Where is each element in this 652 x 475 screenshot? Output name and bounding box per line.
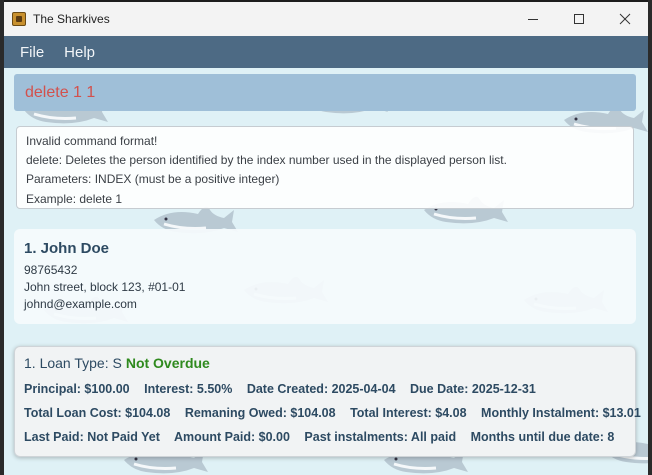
loan-row-2: Total Loan Cost: $104.08 Remaning Owed: … [24,406,641,420]
person-address: John street, block 123, #01-01 [24,280,186,294]
loan-row-3: Last Paid: Not Paid Yet Amount Paid: $0.… [24,430,626,444]
app-window: The Sharkives File Help delete 1 1 Inval… [4,2,648,475]
main-content: delete 1 1 Invalid command format! delet… [4,68,648,475]
loan-amount-paid: Amount Paid: $0.00 [173,430,290,444]
loan-principal: Principal: $100.00 [24,382,130,396]
result-line: Example: delete 1 [26,191,123,206]
window-title: The Sharkives [33,12,110,26]
command-box[interactable]: delete 1 1 [14,74,636,111]
result-display: Invalid command format! delete: Deletes … [16,126,634,209]
person-name: 1. John Doe [24,240,110,257]
loan-total-interest: Total Interest: $4.08 [350,406,467,420]
window-controls [510,2,648,36]
loan-last-paid: Last Paid: Not Paid Yet [24,430,160,444]
menu-help[interactable]: Help [54,44,105,61]
maximize-icon [574,14,584,24]
result-line: Parameters: INDEX (must be a positive in… [26,172,280,187]
loan-remaining-owed: Remaning Owed: $104.08 [184,406,336,420]
loan-date-created: Date Created: 2025-04-04 [246,382,396,396]
loan-row-1: Principal: $100.00 Interest: 5.50% Date … [24,382,626,396]
minimize-button[interactable] [510,2,556,36]
loan-status-badge: Not Overdue [125,355,210,371]
desktop-edge-right [648,0,652,475]
loan-total-cost: Total Loan Cost: $104.08 [24,406,171,420]
command-input-text[interactable]: delete 1 1 [25,84,95,102]
result-line: delete: Deletes the person identified by… [26,153,507,168]
person-phone: 98765432 [24,263,78,277]
loan-type: 1. Loan Type: S [24,355,122,371]
person-card[interactable]: 1. John Doe 98765432 John street, block … [14,229,636,324]
close-button[interactable] [602,2,648,36]
loan-months-until-due: Months until due date: 8 [470,430,615,444]
loan-due-date: Due Date: 2025-12-31 [410,382,536,396]
minimize-icon [528,19,538,20]
person-email: johnd@example.com [24,297,137,311]
menu-bar: File Help [4,36,648,68]
loan-card[interactable]: 1. Loan Type: S Not Overdue Principal: $1… [14,346,641,457]
loan-monthly-instalment: Monthly Instalment: $13.01 [481,406,641,420]
menu-file[interactable]: File [10,44,54,61]
app-icon [12,12,26,26]
loan-title: 1. Loan Type: S Not Overdue [24,355,626,371]
loan-past-instalments: Past instalments: All paid [304,430,457,444]
maximize-button[interactable] [556,2,602,36]
close-icon [619,13,631,25]
loan-interest: Interest: 5.50% [144,382,233,396]
result-line: Invalid command format! [26,134,158,148]
title-bar[interactable]: The Sharkives [4,2,648,36]
